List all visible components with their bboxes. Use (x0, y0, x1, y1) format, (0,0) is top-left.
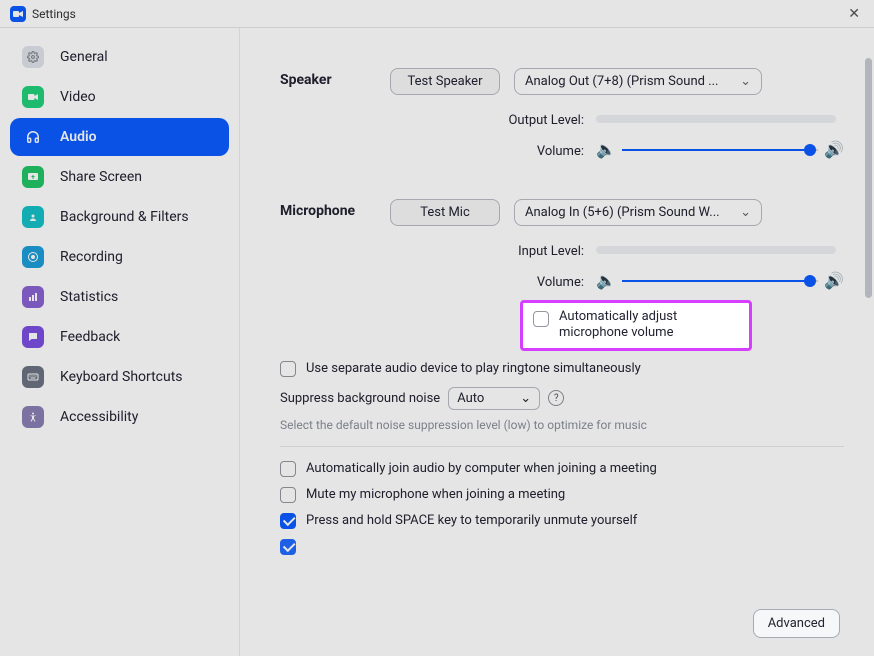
sidebar-item-label: Video (60, 89, 96, 105)
speaker-device-value: Analog Out (7+8) (Prism Sound ... (525, 74, 732, 89)
suppress-noise-row: Suppress background noise Auto ⌄ ? (280, 387, 844, 410)
sidebar-item-video[interactable]: Video (10, 78, 229, 116)
microphone-device-value: Analog In (5+6) (Prism Sound W... (525, 205, 732, 220)
volume-high-icon: 🔊 (824, 271, 844, 290)
auto-adjust-label: Automatically adjust microphone volume (559, 309, 739, 342)
keyboard-icon (22, 366, 44, 388)
sidebar-item-label: Statistics (60, 289, 118, 305)
zoom-app-icon (10, 6, 26, 22)
window-title: Settings (32, 7, 76, 21)
checkbox[interactable] (280, 461, 296, 477)
scrollbar[interactable] (865, 58, 872, 298)
sidebar-item-label: Share Screen (60, 169, 142, 185)
separate-ringtone-label: Use separate audio device to play ringto… (306, 361, 641, 376)
additional-option[interactable]: placeholder (280, 539, 844, 555)
speaker-volume-label: Volume: (537, 144, 584, 159)
speaker-heading: Speaker (280, 72, 332, 88)
video-icon (22, 86, 44, 108)
speaker-device-dropdown[interactable]: Analog Out (7+8) (Prism Sound ... ⌄ (514, 68, 762, 95)
chevron-down-icon: ⌄ (740, 74, 751, 89)
sidebar: General Video Audio Share Screen Backgro… (0, 28, 240, 656)
auto-adjust-mic-volume-option[interactable]: Automatically adjust microphone volume (520, 300, 752, 351)
mute-on-join-option[interactable]: Mute my microphone when joining a meetin… (280, 487, 844, 503)
sidebar-item-label: Background & Filters (60, 209, 189, 225)
suppress-noise-value: Auto (457, 391, 520, 406)
sidebar-item-accessibility[interactable]: Accessibility (10, 398, 229, 436)
sidebar-item-feedback[interactable]: Feedback (10, 318, 229, 356)
share-screen-icon (22, 166, 44, 188)
chevron-down-icon: ⌄ (740, 205, 751, 220)
speaker-volume-slider[interactable] (622, 144, 818, 156)
suppress-noise-label: Suppress background noise (280, 391, 440, 406)
record-icon (22, 246, 44, 268)
space-unmute-label: Press and hold SPACE key to temporarily … (306, 513, 637, 528)
input-level-meter (596, 246, 836, 254)
sidebar-item-label: General (60, 49, 108, 65)
output-level-label: Output Level: (508, 113, 584, 128)
help-icon[interactable]: ? (548, 390, 564, 406)
divider (280, 446, 844, 447)
sidebar-item-statistics[interactable]: Statistics (10, 278, 229, 316)
chat-icon (22, 326, 44, 348)
sidebar-item-audio[interactable]: Audio (10, 118, 229, 156)
microphone-section: Microphone Test Mic Analog In (5+6) (Pri… (280, 199, 844, 351)
checkbox[interactable] (280, 487, 296, 503)
volume-low-icon: 🔈 (596, 140, 616, 159)
suppress-noise-dropdown[interactable]: Auto ⌄ (448, 387, 540, 410)
sidebar-item-recording[interactable]: Recording (10, 238, 229, 276)
auto-join-audio-option[interactable]: Automatically join audio by computer whe… (280, 461, 844, 477)
sidebar-item-label: Feedback (60, 329, 120, 345)
speaker-section: Speaker Test Speaker Analog Out (7+8) (P… (280, 68, 844, 159)
sidebar-item-label: Keyboard Shortcuts (60, 369, 183, 385)
sidebar-item-keyboard-shortcuts[interactable]: Keyboard Shortcuts (10, 358, 229, 396)
sidebar-item-label: Audio (60, 129, 97, 145)
sidebar-item-share-screen[interactable]: Share Screen (10, 158, 229, 196)
input-level-label: Input Level: (518, 244, 584, 259)
noise-hint: Select the default noise suppression lev… (280, 418, 844, 432)
mute-on-join-label: Mute my microphone when joining a meetin… (306, 487, 565, 502)
checkbox[interactable] (280, 539, 296, 555)
checkbox[interactable] (280, 361, 296, 377)
auto-join-label: Automatically join audio by computer whe… (306, 461, 657, 476)
accessibility-icon (22, 406, 44, 428)
sidebar-item-background-filters[interactable]: Background & Filters (10, 198, 229, 236)
mic-volume-slider[interactable] (622, 275, 818, 287)
microphone-heading: Microphone (280, 203, 355, 219)
checkbox[interactable] (280, 513, 296, 529)
test-mic-button[interactable]: Test Mic (390, 199, 500, 226)
output-level-meter (596, 115, 836, 123)
bar-chart-icon (22, 286, 44, 308)
headphones-icon (22, 126, 44, 148)
sidebar-item-general[interactable]: General (10, 38, 229, 76)
gear-icon (22, 46, 44, 68)
sidebar-item-label: Recording (60, 249, 123, 265)
close-button[interactable]: ✕ (844, 4, 864, 24)
space-unmute-option[interactable]: Press and hold SPACE key to temporarily … (280, 513, 844, 529)
background-icon (22, 206, 44, 228)
titlebar: Settings ✕ (0, 0, 874, 28)
advanced-button[interactable]: Advanced (753, 609, 840, 638)
separate-ringtone-device-option[interactable]: Use separate audio device to play ringto… (280, 361, 844, 377)
auto-adjust-checkbox[interactable] (533, 311, 549, 327)
volume-low-icon: 🔈 (596, 271, 616, 290)
main-content: Speaker Test Speaker Analog Out (7+8) (P… (240, 28, 874, 656)
mic-volume-label: Volume: (537, 275, 584, 290)
microphone-device-dropdown[interactable]: Analog In (5+6) (Prism Sound W... ⌄ (514, 199, 762, 226)
volume-high-icon: 🔊 (824, 140, 844, 159)
test-speaker-button[interactable]: Test Speaker (390, 68, 500, 95)
chevron-down-icon: ⌄ (520, 391, 531, 406)
sidebar-item-label: Accessibility (60, 409, 138, 425)
